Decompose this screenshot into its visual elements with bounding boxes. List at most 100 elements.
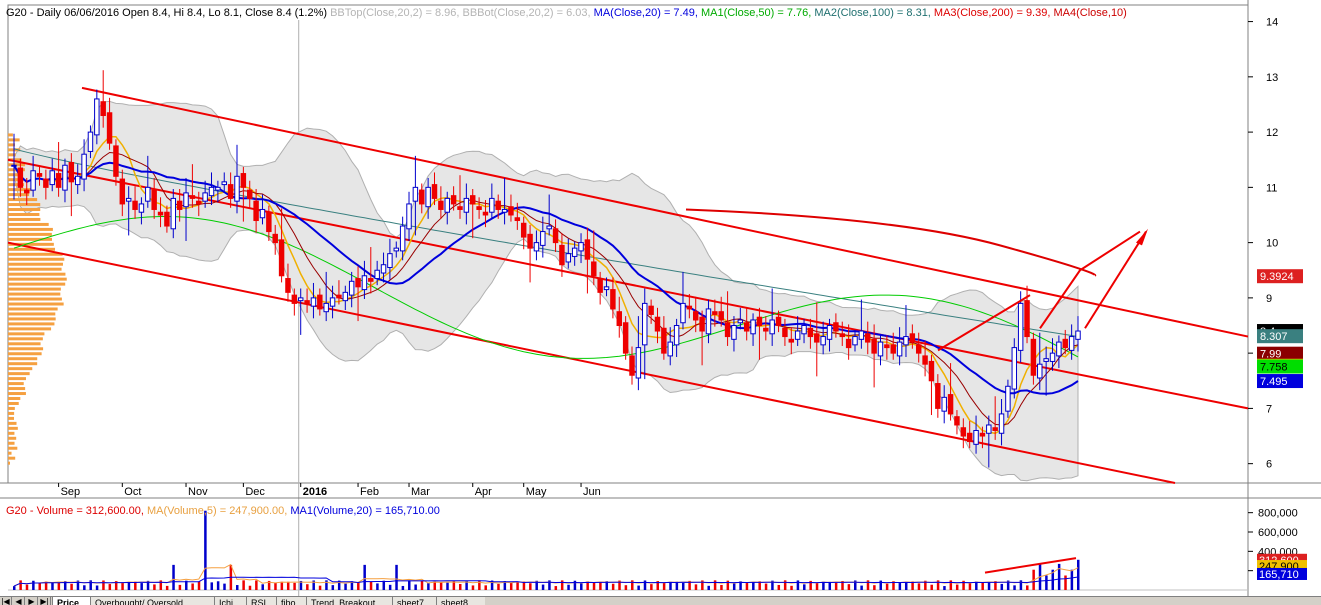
candle <box>1063 339 1067 347</box>
volume-bar <box>1058 564 1061 590</box>
volume-profile-bar <box>8 347 43 350</box>
y-tick-label: 11 <box>1266 182 1277 194</box>
candle <box>165 212 169 226</box>
volume-profile-bar <box>8 327 51 330</box>
volume-bar <box>905 582 908 590</box>
price-value-label: 7.495 <box>1257 374 1303 388</box>
volume-bar <box>561 580 564 590</box>
candle <box>617 312 621 326</box>
candle <box>496 201 500 209</box>
volume-profile-bar <box>8 203 40 206</box>
candle <box>171 198 175 228</box>
price-header: G20 - Daily 06/06/2016 Open 8.4, Hi 8.4,… <box>6 7 1127 19</box>
candle <box>241 174 245 188</box>
candle <box>69 162 73 181</box>
candle <box>955 417 959 425</box>
price-value-label-text: 7.758 <box>1260 362 1288 374</box>
candle <box>190 196 194 199</box>
volume-bar <box>242 580 245 590</box>
volume-profile-bar <box>8 307 58 310</box>
volume-bar <box>370 581 373 590</box>
candle <box>375 270 379 278</box>
volume-bar <box>19 580 22 590</box>
volume-profile-bar <box>8 442 15 445</box>
volume-profile-bar <box>8 452 12 455</box>
volume-profile-bar <box>8 218 40 221</box>
candle <box>961 428 965 436</box>
price-header-item-4: MA2(Close,100) = 8.31, <box>811 7 931 19</box>
volume-bar <box>166 586 169 590</box>
price-header-item-6: MA4(Close,10) <box>1050 7 1126 19</box>
candle <box>840 334 844 337</box>
candle <box>815 334 819 342</box>
candle <box>910 334 914 342</box>
candle <box>623 323 627 353</box>
volume-bar <box>803 584 806 590</box>
volume-bar <box>765 584 768 590</box>
chart-canvas[interactable]: SepOctNovDec2016FebMarAprMayJun678910111… <box>0 0 1321 596</box>
volume-profile-bar <box>8 263 63 266</box>
candle <box>458 207 462 210</box>
candle <box>356 279 360 287</box>
candle <box>267 212 271 231</box>
candle <box>477 207 481 210</box>
x-tick-label-Sep: Sep <box>61 486 81 498</box>
candle <box>859 331 863 339</box>
volume-bar <box>593 582 596 590</box>
volume-profile-bar <box>8 417 14 420</box>
volume-profile-bar <box>8 198 37 201</box>
y-tick-label: 10 <box>1266 238 1278 250</box>
volume-bar <box>13 586 16 590</box>
volume-profile-bar <box>8 387 25 390</box>
candle <box>209 187 213 195</box>
candle <box>1018 303 1022 350</box>
candle <box>318 295 322 309</box>
candle <box>674 326 678 345</box>
volume-bar <box>102 580 105 590</box>
volume-profile-bar <box>8 382 24 385</box>
volume-bar <box>306 584 309 590</box>
candle <box>451 196 455 204</box>
volume-profile-bar <box>8 362 37 365</box>
candle <box>432 185 436 199</box>
candle <box>827 326 831 340</box>
x-tick-label-Mar: Mar <box>411 486 430 498</box>
volume-bar <box>249 586 252 590</box>
volume-bar <box>383 581 386 590</box>
candle <box>668 342 672 356</box>
price-header-item-3: MA1(Close,50) = 7.76, <box>698 7 811 19</box>
x-tick-label-Apr: Apr <box>475 486 492 498</box>
volume-bar <box>26 585 29 590</box>
volume-bar <box>1045 576 1048 591</box>
volume-bar <box>625 585 628 590</box>
volume-bar <box>835 583 838 590</box>
price-value-label: 8.307 <box>1257 329 1303 343</box>
volume-bar <box>886 584 889 590</box>
volume-profile-bar <box>8 447 17 450</box>
candle <box>592 262 596 276</box>
volume-bar <box>695 584 698 590</box>
price-header-item-5: MA3(Close,200) = 9.39, <box>931 7 1051 19</box>
candle <box>834 323 838 331</box>
volume-bar <box>434 582 437 590</box>
candle <box>330 298 334 306</box>
volume-bar <box>96 586 99 590</box>
x-tick-label-Dec: Dec <box>245 486 265 498</box>
price-header-symbol: G20 - Daily 06/06/2016 Open 8.4, Hi 8.4,… <box>6 7 327 19</box>
volume-bar <box>408 580 411 590</box>
candle <box>413 187 417 201</box>
y-tick-label: 13 <box>1266 72 1278 84</box>
candle <box>107 113 111 143</box>
candle <box>1044 359 1048 362</box>
candle <box>490 198 494 212</box>
candle <box>1069 337 1073 351</box>
candle <box>757 317 761 325</box>
candle <box>598 279 602 293</box>
volume-y-tick-label: 800,000 <box>1258 508 1298 520</box>
candle <box>700 317 704 331</box>
volume-bar <box>319 586 322 590</box>
volume-y-tick-label: 600,000 <box>1258 527 1298 539</box>
candle <box>534 243 538 251</box>
volume-bar <box>950 580 953 590</box>
volume-bar <box>153 584 156 590</box>
